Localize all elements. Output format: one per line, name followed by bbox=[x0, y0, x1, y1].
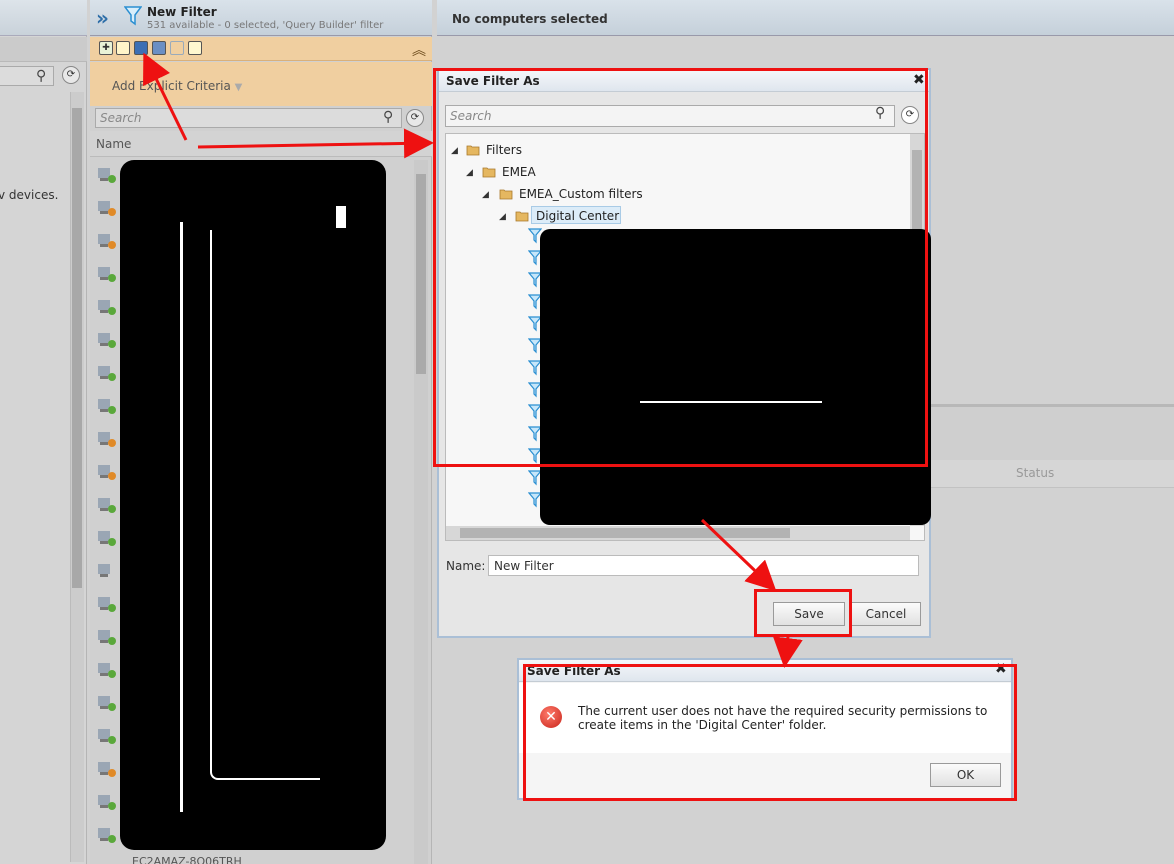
arrow-to-save-button bbox=[700, 518, 777, 592]
annotation-arrows bbox=[143, 52, 803, 668]
arrow-to-save-icon bbox=[143, 52, 188, 141]
arrow-to-error bbox=[772, 636, 803, 668]
arrow-to-dialog bbox=[197, 128, 434, 159]
